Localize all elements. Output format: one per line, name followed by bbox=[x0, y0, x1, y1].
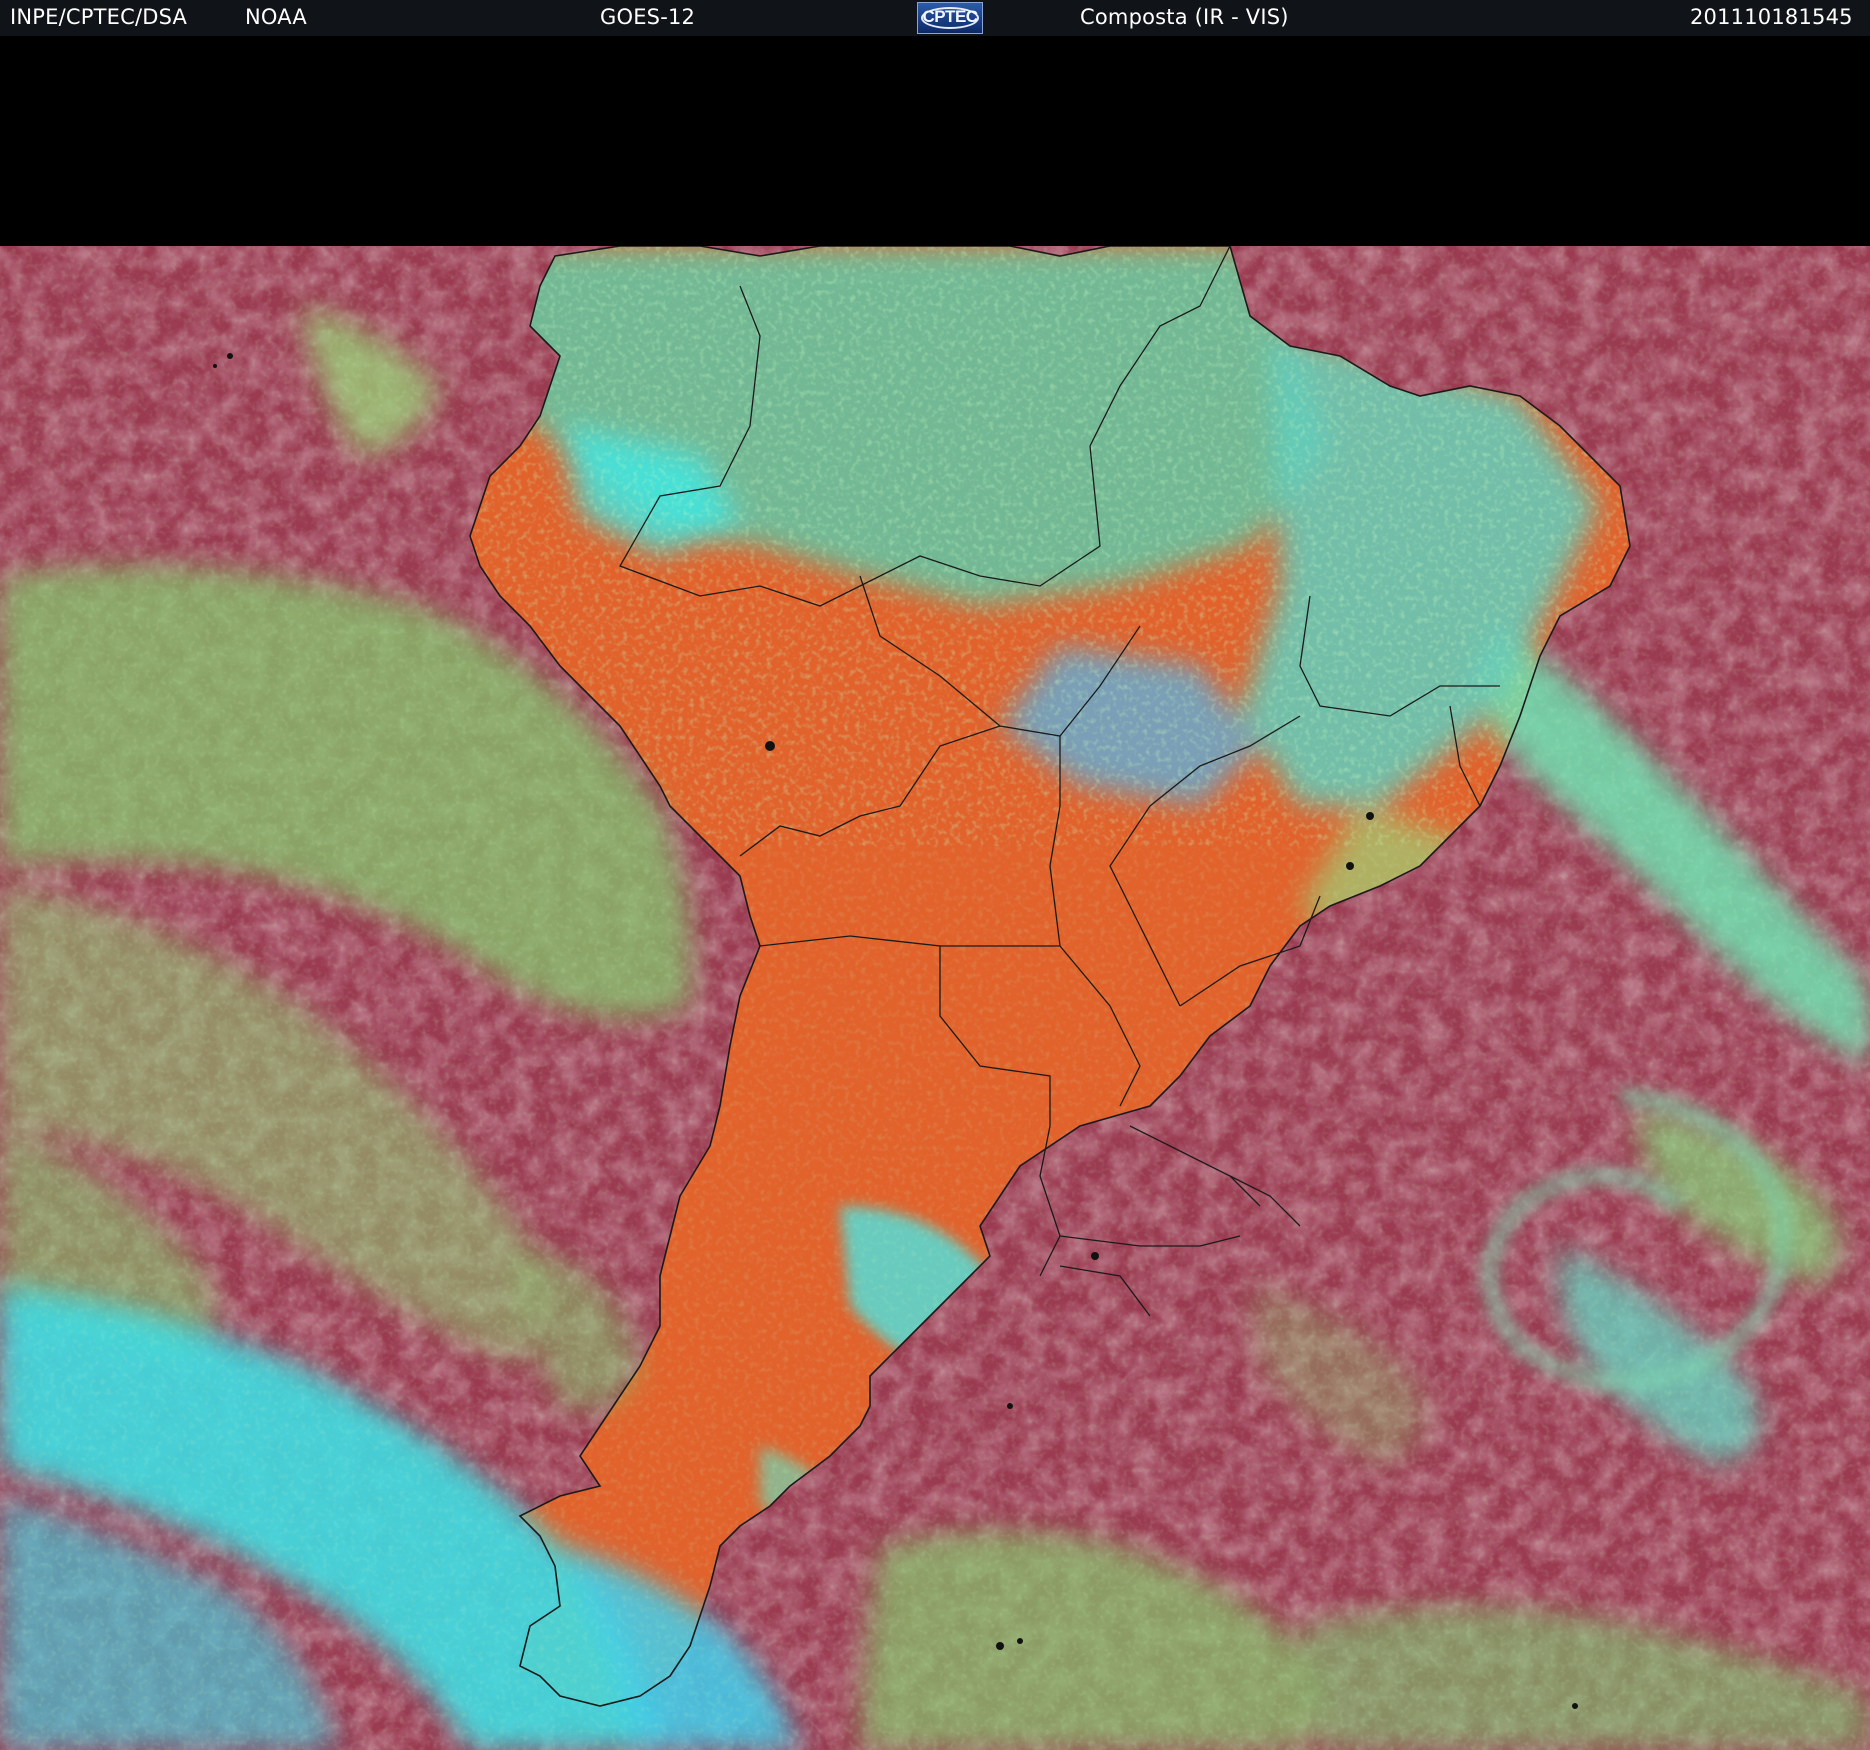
timestamp-label: 201110181545 bbox=[1690, 5, 1853, 29]
header-bar: INPE/CPTEC/DSA NOAA GOES-12 CPTEC Compos… bbox=[0, 0, 1870, 36]
source-label: NOAA bbox=[245, 5, 307, 29]
satellite-map bbox=[0, 246, 1870, 1750]
satellite-label: GOES-12 bbox=[600, 5, 696, 29]
agency-label: INPE/CPTEC/DSA bbox=[10, 5, 188, 29]
no-data-band bbox=[0, 36, 1870, 246]
cloud-speckle bbox=[0, 246, 1870, 1750]
product-label: Composta (IR - VIS) bbox=[1080, 5, 1289, 29]
cptec-logo-icon: CPTEC bbox=[917, 2, 983, 34]
logo-text: CPTEC bbox=[922, 7, 978, 26]
